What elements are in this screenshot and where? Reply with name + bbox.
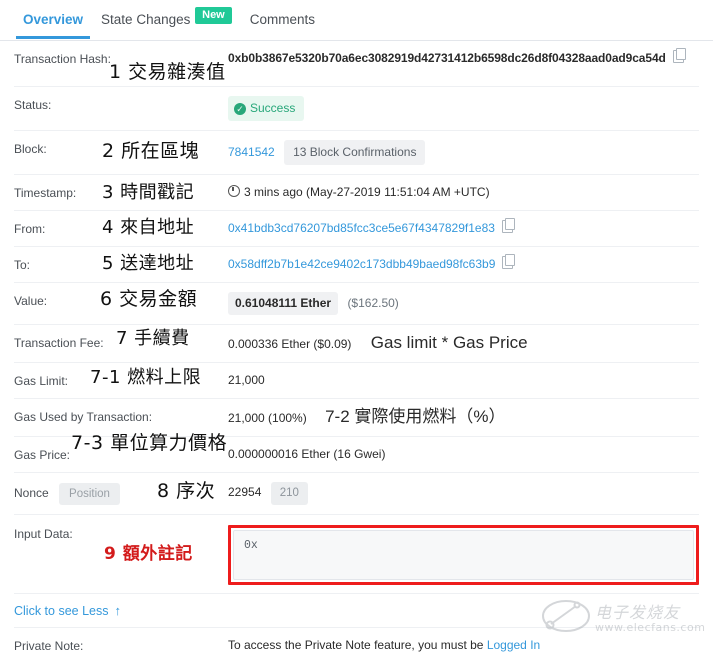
row-timestamp: Timestamp: 3 mins ago (May-27-2019 11:51… xyxy=(14,175,699,211)
tab-comments-label: Comments xyxy=(249,12,316,27)
row-value: Value: 0.61048111 Ether ($162.50) 6 交易金額 xyxy=(14,283,699,325)
nonce-label: Nonce xyxy=(14,486,49,500)
tab-state-changes-label: State Changes xyxy=(101,12,191,27)
see-less-button[interactable]: Click to see Less ↑ xyxy=(14,603,121,618)
gas-price-value: 0.000000016 Ether (16 Gwei) xyxy=(228,447,386,461)
private-note-value-cell: To access the Private Note feature, you … xyxy=(228,637,699,654)
clock-icon xyxy=(228,185,240,197)
status-value-cell: ✓ Success xyxy=(228,96,699,121)
gas-used-value-cell: 21,000 (100%) 7-2 實際使用燃料（%） xyxy=(228,408,699,427)
nonce-value: 22954 xyxy=(228,485,262,499)
value-usd: ($162.50) xyxy=(347,296,399,310)
annotation-to: 5 送達地址 xyxy=(102,253,195,274)
annotation-transaction-fee: 7 手續費 xyxy=(116,328,190,349)
row-from: From: 0x41bdb3cd76207bd85fcc3ce5e67f4347… xyxy=(14,211,699,247)
tab-overview-label: Overview xyxy=(23,12,84,27)
tab-state-changes[interactable]: State Changes New xyxy=(92,0,241,41)
row-see-less: Click to see Less ↑ xyxy=(14,594,699,628)
transaction-hash-value-cell: 0xb0b3867e5320b70a6ec3082919d42731412b65… xyxy=(228,48,699,67)
row-status: Status: ✓ Success xyxy=(14,87,699,131)
annotation-nonce: 8 序次 xyxy=(157,480,216,502)
row-input-data: Input Data: 0x 9 額外註記 xyxy=(14,515,699,594)
tab-bar: Overview State Changes New Comments xyxy=(0,0,713,41)
row-transaction-hash: Transaction Hash: 0xb0b3867e5320b70a6ec3… xyxy=(14,41,699,87)
timestamp-value: 3 mins ago (May-27-2019 11:51:04 AM +UTC… xyxy=(244,185,490,199)
arrow-up-icon: ↑ xyxy=(114,603,121,618)
gas-limit-value: 21,000 xyxy=(228,373,265,387)
annotation-block: 2 所在區塊 xyxy=(102,140,200,162)
see-less-label: Click to see Less xyxy=(14,604,109,618)
check-circle-icon: ✓ xyxy=(234,102,246,115)
row-gas-limit: Gas Limit: 21,000 7-1 燃料上限 xyxy=(14,363,699,399)
to-address-link[interactable]: 0x58dff2b7b1e42ce9402c173dbb49baed98fc63… xyxy=(228,257,495,271)
gas-limit-value-cell: 21,000 xyxy=(228,372,699,389)
status-label: Status: xyxy=(14,98,52,112)
to-value-cell: 0x58dff2b7b1e42ce9402c173dbb49baed98fc63… xyxy=(228,254,699,273)
gas-used-value: 21,000 (100%) xyxy=(228,411,307,425)
block-confirmations-chip: 13 Block Confirmations xyxy=(284,140,426,165)
input-data-highlight-frame: 0x xyxy=(228,525,699,585)
row-block: Block: 7841542 13 Block Confirmations 2 … xyxy=(14,131,699,175)
row-gas-price: Gas Price: 0.000000016 Ether (16 Gwei) 7… xyxy=(14,432,699,473)
input-data-textarea[interactable]: 0x xyxy=(233,530,694,580)
row-to: To: 0x58dff2b7b1e42ce9402c173dbb49baed98… xyxy=(14,247,699,283)
transaction-overview-page: Overview State Changes New Comments Tran… xyxy=(0,0,713,653)
transaction-fee-value-cell: 0.000336 Ether ($0.09) Gas limit * Gas P… xyxy=(228,334,699,353)
annotation-timestamp: 3 時間戳記 xyxy=(102,182,195,203)
from-value-cell: 0x41bdb3cd76207bd85fcc3ce5e67f4347829f1e… xyxy=(228,218,699,237)
annotation-gas-limit: 7-1 燃料上限 xyxy=(90,367,202,388)
from-address-link[interactable]: 0x41bdb3cd76207bd85fcc3ce5e67f4347829f1e… xyxy=(228,221,495,235)
position-label-chip: Position xyxy=(59,483,120,505)
new-badge: New xyxy=(195,7,232,25)
copy-icon[interactable] xyxy=(502,254,516,269)
timestamp-value-cell: 3 mins ago (May-27-2019 11:51:04 AM +UTC… xyxy=(228,184,699,201)
gas-used-label: Gas Used by Transaction: xyxy=(14,410,153,424)
row-nonce: Nonce Position 22954 210 8 序次 xyxy=(14,473,699,515)
value-ether-chip: 0.61048111 Ether xyxy=(228,292,339,315)
copy-icon[interactable] xyxy=(501,218,515,233)
tab-comments[interactable]: Comments xyxy=(241,0,324,38)
annotation-gas-used: 7-2 實際使用燃料（%） xyxy=(325,407,506,426)
annotation-value: 6 交易金額 xyxy=(100,288,198,310)
copy-icon[interactable] xyxy=(672,48,686,63)
row-private-note: Private Note: To access the Private Note… xyxy=(14,628,699,663)
position-value-chip: 210 xyxy=(270,482,308,505)
transaction-fee-value: 0.000336 Ether ($0.09) xyxy=(228,337,352,351)
private-note-label: Private Note: xyxy=(14,639,84,653)
private-note-text: To access the Private Note feature, you … xyxy=(228,638,484,652)
nonce-value-cell: 22954 210 xyxy=(228,482,699,505)
transaction-hash-value: 0xb0b3867e5320b70a6ec3082919d42731412b65… xyxy=(228,51,666,65)
logged-in-link[interactable]: Logged In xyxy=(487,638,540,652)
status-badge: ✓ Success xyxy=(228,96,305,121)
annotation-gas-formula: Gas limit * Gas Price xyxy=(370,333,528,352)
annotation-gas-price: 7-3 單位算力價格 xyxy=(71,432,228,454)
block-value-cell: 7841542 13 Block Confirmations xyxy=(228,140,699,165)
gas-price-value-cell: 0.000000016 Ether (16 Gwei) xyxy=(228,446,699,463)
annotation-from: 4 來自地址 xyxy=(102,217,195,238)
annotation-input-data: 9 額外註記 xyxy=(104,544,193,564)
status-badge-label: Success xyxy=(250,101,296,115)
overview-rows: Transaction Hash: 0xb0b3867e5320b70a6ec3… xyxy=(0,41,713,663)
annotation-transaction-hash: 1 交易雜湊值 xyxy=(109,61,226,83)
tab-overview[interactable]: Overview xyxy=(14,0,92,39)
value-value-cell: 0.61048111 Ether ($162.50) xyxy=(228,292,699,315)
block-number-link[interactable]: 7841542 xyxy=(228,145,275,159)
row-transaction-fee: Transaction Fee: 0.000336 Ether ($0.09) … xyxy=(14,325,699,363)
